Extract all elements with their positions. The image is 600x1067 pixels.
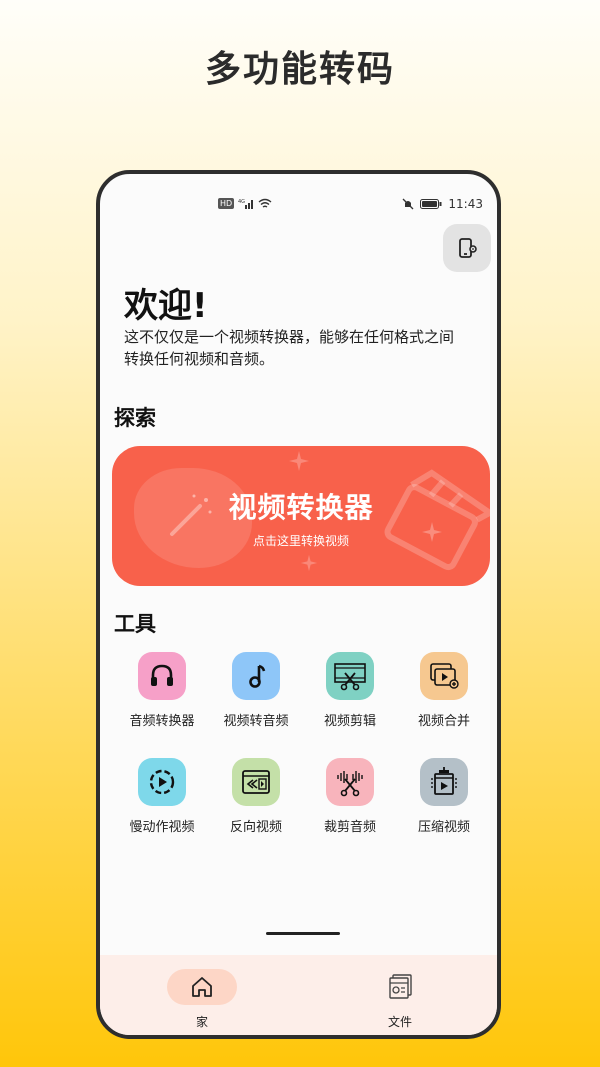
status-bar: HD 4G 11:43 — [100, 196, 497, 216]
tool-video-merge[interactable]: 视频合并 — [397, 652, 491, 729]
tool-slow-motion[interactable]: 慢动作视频 — [115, 758, 209, 835]
bottom-nav: 家 文件 — [100, 955, 497, 1035]
slow-motion-icon — [149, 769, 175, 795]
tool-icon-tile — [232, 652, 280, 700]
status-right: 11:43 — [402, 197, 483, 211]
video-merge-icon — [430, 663, 459, 689]
tool-reverse-video[interactable]: 反向视频 — [209, 758, 303, 835]
home-icon — [192, 977, 212, 997]
battery-icon — [420, 199, 442, 209]
phone-settings-icon — [459, 238, 477, 258]
nav-item-home[interactable]: 家 — [162, 969, 242, 1030]
promo-title: 多功能转码 — [204, 49, 395, 90]
compress-video-icon — [431, 767, 457, 795]
tool-icon-tile — [326, 652, 374, 700]
phone-frame: HD 4G 11:43 欢迎! 这不仅仅是一个视频转换器，能够在任何格式之间转换… — [96, 170, 501, 1039]
tool-icon-tile — [420, 652, 468, 700]
audio-cut-icon — [337, 771, 363, 797]
nav-pill-active — [167, 969, 237, 1005]
nav-item-files[interactable]: 文件 — [360, 969, 440, 1030]
explore-section-title: 探索 — [114, 406, 156, 430]
status-time: 11:43 — [448, 197, 483, 211]
sparkle-star-icon — [300, 554, 318, 572]
tool-label: 音频转换器 — [129, 714, 195, 729]
tool-label: 反向视频 — [229, 820, 282, 835]
tool-video-to-audio[interactable]: 视频转音频 — [209, 652, 303, 729]
status-signal: HD 4G — [218, 198, 272, 209]
welcome-title: 欢迎! — [124, 286, 208, 326]
nav-label: 文件 — [387, 1015, 412, 1029]
tool-icon-tile — [138, 758, 186, 806]
banner-title: 视频转换器 — [228, 491, 374, 524]
mute-bell-icon — [402, 198, 414, 210]
tool-icon-tile — [138, 652, 186, 700]
video-converter-banner[interactable]: 视频转换器 点击这里转换视频 — [112, 446, 490, 586]
tool-compress-video[interactable]: 压缩视频 — [397, 758, 491, 835]
tool-audio-cut[interactable]: 裁剪音频 — [303, 758, 397, 835]
tool-audio-converter[interactable]: 音频转换器 — [115, 652, 209, 729]
tool-icon-tile — [232, 758, 280, 806]
headphones-icon — [151, 664, 173, 686]
tools-section-title: 工具 — [114, 612, 156, 636]
home-indicator[interactable] — [266, 932, 340, 935]
sparkle-star-icon — [289, 451, 309, 471]
tool-icon-tile — [420, 758, 468, 806]
files-icon — [389, 974, 412, 999]
tool-label: 慢动作视频 — [129, 820, 195, 835]
tool-label: 视频合并 — [417, 714, 470, 729]
banner-subtitle: 点击这里转换视频 — [252, 534, 349, 548]
tool-label: 视频剪辑 — [323, 714, 376, 729]
nav-label: 家 — [195, 1015, 208, 1029]
tool-icon-tile — [326, 758, 374, 806]
tool-label: 裁剪音频 — [323, 820, 376, 835]
film-scissors-icon — [334, 663, 366, 691]
welcome-description: 这不仅仅是一个视频转换器，能够在任何格式之间转换任何视频和音频。 — [124, 328, 455, 368]
tool-label: 视频转音频 — [223, 714, 289, 729]
svg-text:4G: 4G — [238, 199, 245, 205]
reverse-video-icon — [242, 770, 270, 794]
signal-icon: 4G — [238, 199, 254, 209]
hd-badge: HD — [218, 198, 235, 209]
phone-settings-button[interactable] — [443, 224, 491, 272]
tool-label: 压缩视频 — [417, 820, 470, 835]
tool-video-trim[interactable]: 视频剪辑 — [303, 652, 397, 729]
wifi-icon — [258, 198, 272, 208]
music-note-icon — [249, 664, 266, 688]
nav-pill — [365, 969, 435, 1005]
